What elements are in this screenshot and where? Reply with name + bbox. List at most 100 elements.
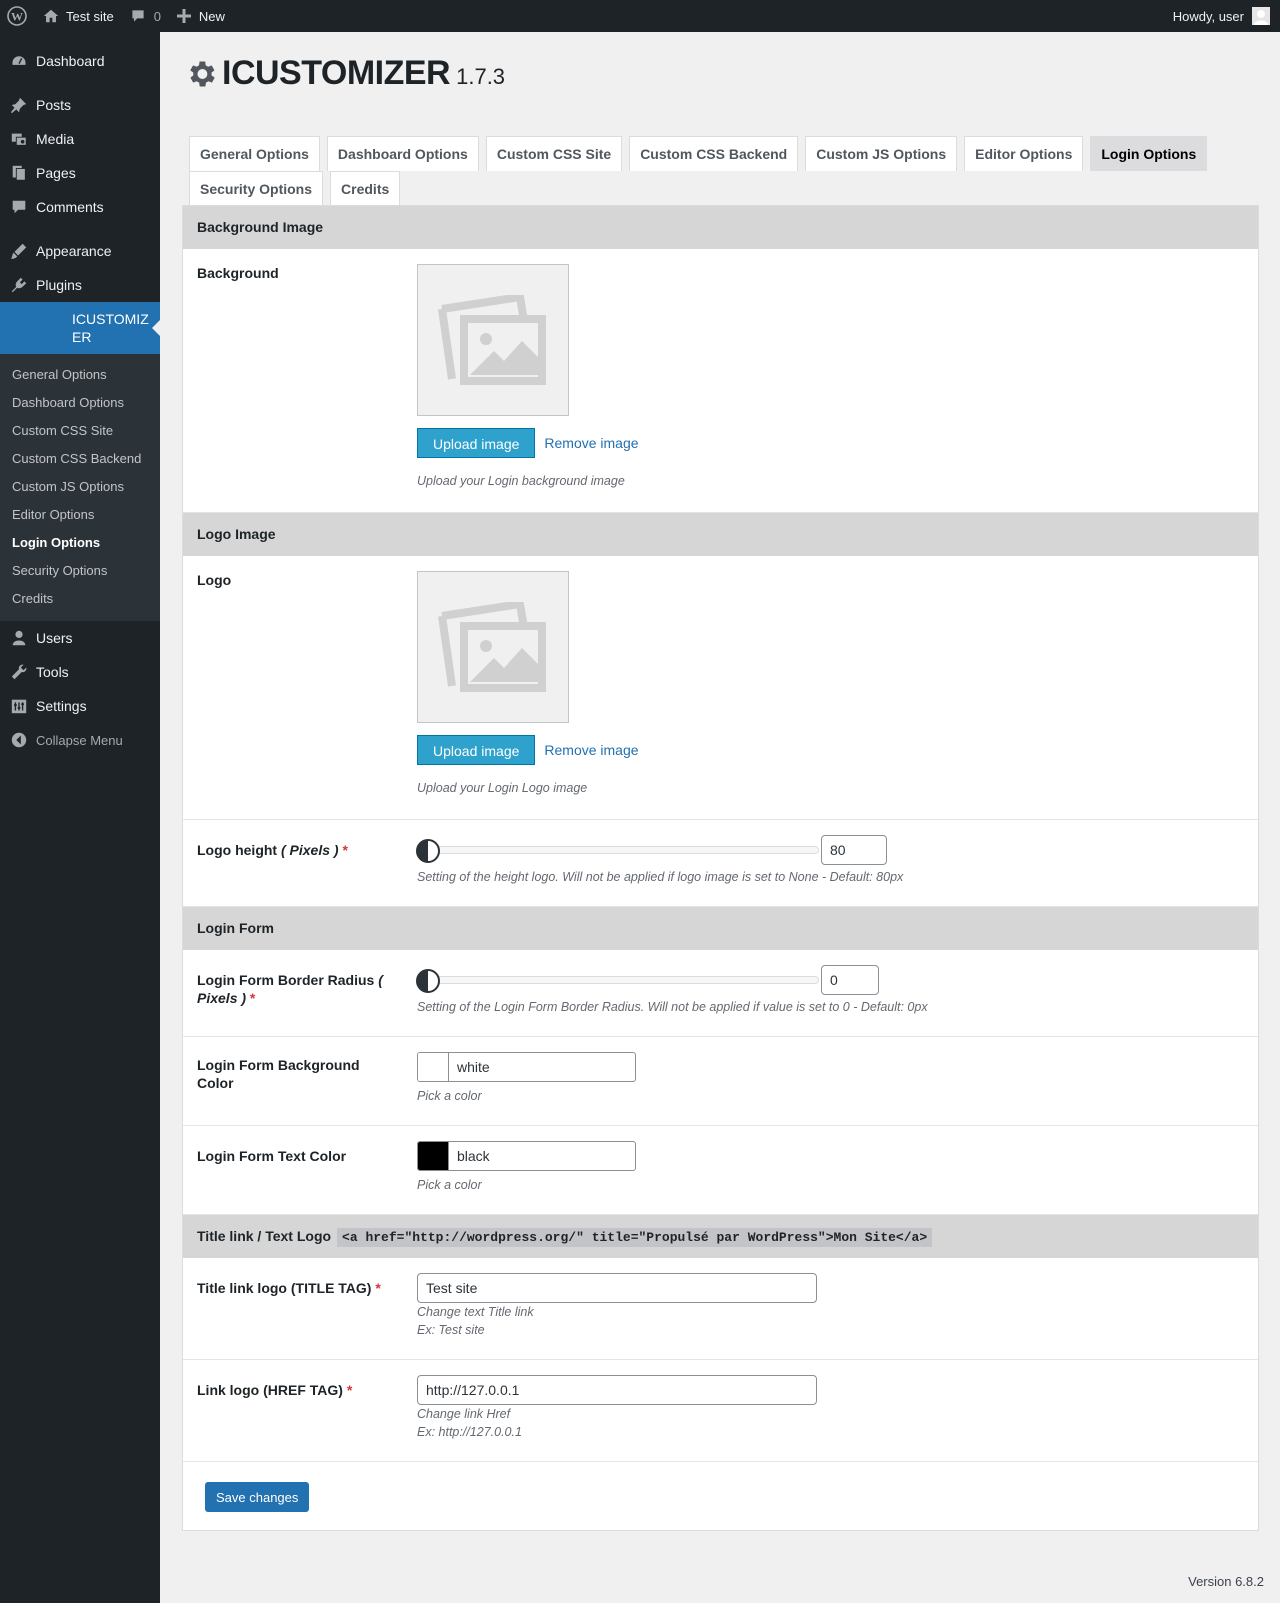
plugin-icon (10, 276, 28, 294)
tab-general-options[interactable]: General Options (189, 136, 320, 171)
menu-dashboard[interactable]: Dashboard (0, 44, 160, 78)
logo-height-input[interactable]: 80 (821, 835, 887, 865)
tab-security-options[interactable]: Security Options (189, 171, 324, 206)
tab-dashboard-options[interactable]: Dashboard Options (326, 136, 479, 171)
wordpress-logo-icon[interactable]: W (0, 0, 34, 32)
collapse-menu-button[interactable]: Collapse Menu (0, 723, 160, 757)
dashboard-icon (10, 52, 28, 70)
menu-label: Appearance (36, 243, 112, 259)
menu-appearance[interactable]: Appearance (0, 234, 160, 268)
logo-image-preview[interactable] (417, 571, 569, 723)
menu-tools[interactable]: Tools (0, 655, 160, 689)
text-color-description: Pick a color (417, 1178, 482, 1192)
menu-label: Media (36, 131, 75, 147)
collapse-icon (10, 731, 28, 749)
background-color-description: Pick a color (417, 1089, 482, 1103)
remove-background-link[interactable]: Remove image (544, 435, 638, 451)
site-name-link[interactable]: Test site (34, 0, 122, 32)
color-swatch[interactable] (418, 1142, 449, 1170)
menu-label: Comments (36, 199, 104, 215)
main-content: ICUSTOMIZER 1.7.3 General Options Dashbo… (160, 32, 1280, 1603)
href-tag-label: Link logo (HREF TAG) * (197, 1375, 417, 1441)
logo-height-unit: ( Pixels ) (280, 842, 339, 858)
href-tag-description: Change link Href (417, 1407, 511, 1421)
background-color-picker[interactable]: white (417, 1052, 636, 1082)
tab-custom-css-backend[interactable]: Custom CSS Backend (629, 136, 799, 171)
background-image-preview[interactable] (417, 264, 569, 416)
submenu-custom-css-site[interactable]: Custom CSS Site (0, 417, 160, 445)
tab-custom-js-options[interactable]: Custom JS Options (805, 136, 958, 171)
comments-link[interactable]: 0 (122, 0, 169, 32)
required-marker: * (375, 1280, 381, 1296)
background-row: Background Upload image Remove image Upl… (183, 249, 1258, 513)
menu-pages[interactable]: Pages (0, 156, 160, 190)
slider-handle[interactable] (416, 969, 440, 993)
submenu-general-options[interactable]: General Options (0, 361, 160, 389)
image-placeholder-icon (438, 602, 546, 692)
home-icon (43, 9, 59, 23)
section-heading-background: Background Image (183, 206, 1258, 249)
color-swatch[interactable] (418, 1053, 449, 1081)
menu-label: Pages (36, 165, 76, 181)
tab-editor-options[interactable]: Editor Options (964, 136, 1084, 171)
section-heading-login-form: Login Form (183, 907, 1258, 950)
comment-icon (10, 198, 28, 216)
submenu-custom-css-backend[interactable]: Custom CSS Backend (0, 445, 160, 473)
new-content-link[interactable]: New (169, 0, 233, 32)
submenu-custom-js-options[interactable]: Custom JS Options (0, 473, 160, 501)
menu-users[interactable]: Users (0, 621, 160, 655)
tab-custom-css-site[interactable]: Custom CSS Site (485, 136, 623, 171)
logo-height-description: Setting of the height logo. Will not be … (417, 870, 904, 884)
menu-label: Users (36, 630, 73, 646)
gear-icon (190, 61, 215, 86)
text-color-row: Login Form Text Color black Pick a color (183, 1126, 1258, 1215)
save-changes-button[interactable]: Save changes (205, 1482, 310, 1512)
brush-icon (10, 242, 28, 260)
upload-logo-button[interactable]: Upload image (417, 735, 536, 765)
plugin-version: 1.7.3 (456, 64, 506, 89)
background-color-input[interactable]: white (449, 1053, 635, 1081)
section-heading-title-link: Title link / Text Logo <a href="http://wo… (183, 1215, 1258, 1258)
logo-height-slider[interactable] (416, 839, 819, 863)
href-tag-input[interactable]: http://127.0.0.1 (417, 1375, 817, 1405)
slider-handle[interactable] (416, 839, 440, 863)
menu-label: ICUSTOMIZER (72, 311, 149, 345)
menu-icustomizer[interactable]: ICUSTOMIZER (0, 302, 160, 354)
new-label: New (198, 8, 225, 24)
submenu: General Options Dashboard Options Custom… (0, 354, 160, 621)
settings-icon (10, 697, 28, 715)
menu-media[interactable]: Media (0, 122, 160, 156)
remove-logo-link[interactable]: Remove image (544, 742, 638, 758)
menu-plugins[interactable]: Plugins (0, 268, 160, 302)
title-tag-label: Title link logo (TITLE TAG) * (197, 1273, 417, 1339)
page-title: ICUSTOMIZER 1.7.3 (184, 54, 505, 93)
title-tag-row: Title link logo (TITLE TAG) * Test site … (183, 1258, 1258, 1360)
title-tag-input[interactable]: Test site (417, 1273, 817, 1303)
border-radius-input[interactable]: 0 (821, 965, 879, 995)
title-tag-description: Change text Title link (417, 1305, 534, 1319)
text-color-input[interactable]: black (449, 1142, 635, 1170)
submenu-credits[interactable]: Credits (0, 585, 160, 613)
media-icon (10, 130, 28, 148)
submenu-login-options[interactable]: Login Options (0, 529, 160, 557)
menu-comments[interactable]: Comments (0, 190, 160, 224)
tab-credits[interactable]: Credits (330, 171, 401, 206)
border-radius-description: Setting of the Login Form Border Radius.… (417, 1000, 928, 1014)
border-radius-slider[interactable] (416, 969, 819, 993)
upload-background-button[interactable]: Upload image (417, 428, 536, 458)
submenu-editor-options[interactable]: Editor Options (0, 501, 160, 529)
text-color-picker[interactable]: black (417, 1141, 636, 1171)
menu-label: Settings (36, 698, 87, 714)
menu-posts[interactable]: Posts (0, 88, 160, 122)
user-icon (10, 629, 28, 647)
title-tag-label-text: Title link logo (TITLE TAG) (197, 1280, 372, 1296)
submenu-security-options[interactable]: Security Options (0, 557, 160, 585)
logo-height-row: Logo height ( Pixels ) * 80 Setting of t… (183, 820, 1258, 907)
image-placeholder-icon (438, 295, 546, 385)
required-marker: * (342, 842, 348, 858)
menu-settings[interactable]: Settings (0, 689, 160, 723)
submenu-dashboard-options[interactable]: Dashboard Options (0, 389, 160, 417)
tab-login-options[interactable]: Login Options (1090, 136, 1208, 171)
options-panel: Background Image Background Upload image… (182, 205, 1259, 1531)
my-account-link[interactable]: Howdy, user (1165, 0, 1280, 32)
